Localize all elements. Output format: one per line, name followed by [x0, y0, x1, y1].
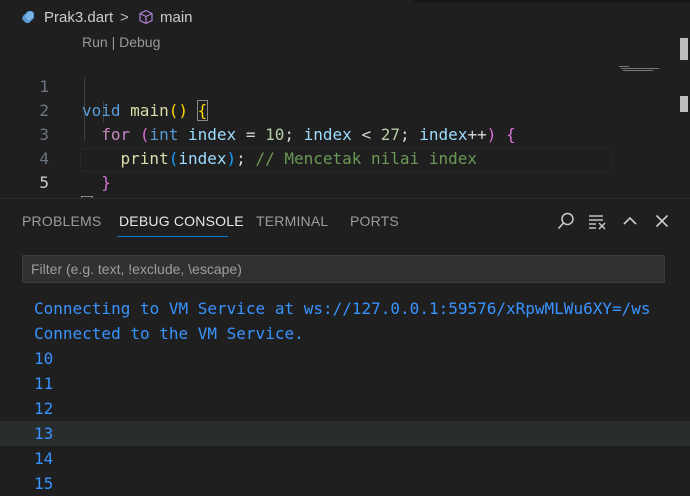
tab-problems[interactable]: PROBLEMS: [22, 213, 101, 229]
console-line: 10: [34, 349, 54, 368]
code-line: 4 }: [0, 123, 610, 192]
code-editor[interactable]: Run | Debug 1 void main() { 2 for (int i…: [0, 34, 690, 217]
console-line: 11: [34, 374, 54, 393]
console-filter: [22, 255, 665, 283]
filter-list-icon[interactable]: [587, 211, 607, 231]
console-hover-row: [0, 421, 690, 446]
breadcrumb: Prak3.dart > main: [0, 0, 690, 34]
code-line: 3 print(index); // Mencetak nilai index: [0, 99, 610, 168]
console-line: 13: [34, 424, 54, 443]
console-line: 14: [34, 449, 54, 468]
search-icon[interactable]: [556, 211, 576, 231]
editor-scrollbar-thumb[interactable]: [680, 96, 688, 112]
line-number: 5: [39, 173, 49, 192]
active-tab-indicator: [117, 236, 228, 237]
method-cube-icon: [139, 9, 153, 25]
console-line: 12: [34, 399, 54, 418]
code-line: 1 void main() {: [0, 51, 610, 121]
console-line: 15: [34, 474, 54, 493]
close-icon[interactable]: [652, 211, 672, 231]
tab-debug-console[interactable]: DEBUG CONSOLE: [119, 213, 244, 229]
tab-terminal[interactable]: TERMINAL: [256, 213, 328, 229]
chevron-up-icon[interactable]: [620, 211, 640, 231]
breadcrumb-symbol[interactable]: main: [160, 9, 193, 26]
breadcrumb-separator: >: [120, 9, 129, 26]
console-line: Connected to the VM Service.: [34, 324, 304, 343]
minimap[interactable]: [619, 66, 661, 72]
dart-icon: [22, 11, 34, 23]
console-line: Connecting to VM Service at ws://127.0.0…: [34, 299, 651, 318]
console-filter-input[interactable]: [23, 256, 664, 282]
bottom-panel: PROBLEMS DEBUG CONSOLE TERMINAL PORTS Fi…: [0, 198, 690, 496]
code-line: 2 for (int index = 10; index < 27; index…: [0, 75, 610, 144]
code-line: 5 }: [0, 147, 610, 217]
code-text[interactable]: }: [82, 171, 111, 195]
tab-ports[interactable]: PORTS: [350, 213, 399, 229]
codelens-run-debug[interactable]: Run | Debug: [82, 34, 160, 50]
editor-scrollbar-thumb[interactable]: [680, 38, 688, 60]
top-strip: [414, 0, 690, 3]
breadcrumb-file[interactable]: Prak3.dart: [44, 9, 113, 26]
panel-tabs: PROBLEMS DEBUG CONSOLE TERMINAL PORTS: [0, 199, 690, 243]
